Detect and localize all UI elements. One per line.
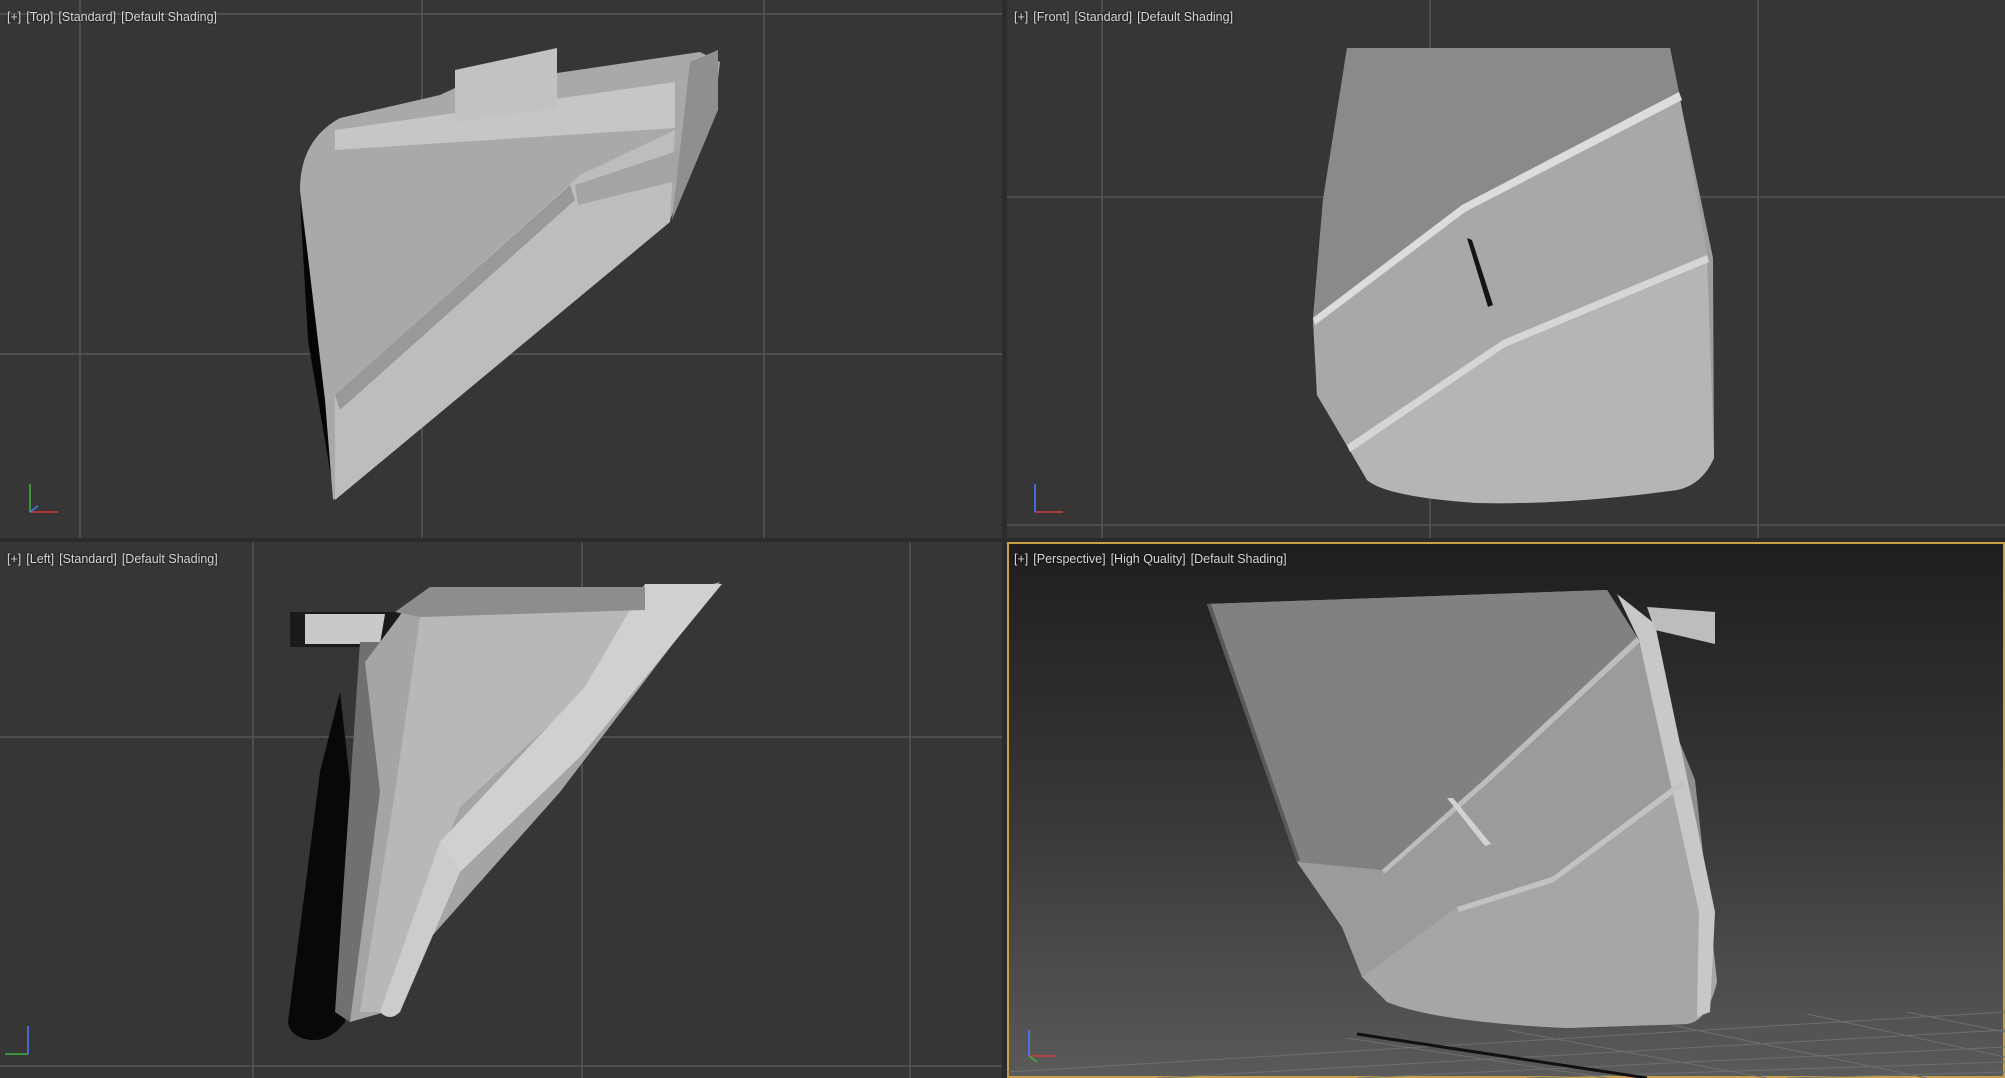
viewport-label-left[interactable]: + Left Standard Default Shading — [7, 552, 223, 566]
viewport-mode-label[interactable]: Standard — [58, 10, 116, 24]
viewport-label-front[interactable]: + Front Standard Default Shading — [1014, 10, 1238, 24]
viewport-mode-label[interactable]: High Quality — [1111, 552, 1186, 566]
viewport-view-label[interactable]: Perspective — [1033, 552, 1105, 566]
axis-tripod-icon — [1028, 1030, 1055, 1063]
viewport-layout: + Top Standard Default Shading — [0, 0, 2005, 1078]
viewport-splitter-horizontal[interactable] — [0, 538, 2005, 542]
viewport-view-label[interactable]: Front — [1033, 10, 1069, 24]
viewport-menu-button[interactable]: + — [1014, 552, 1028, 566]
model-left-view[interactable] — [288, 582, 722, 1041]
axis-tripod-icon — [1034, 484, 1063, 513]
viewport-menu-button[interactable]: + — [7, 10, 21, 24]
viewport-mode-label[interactable]: Standard — [1074, 10, 1132, 24]
model-front-view[interactable] — [1313, 48, 1714, 504]
viewport-view-label[interactable]: Top — [26, 10, 53, 24]
viewport-left-canvas[interactable] — [0, 542, 1002, 1078]
viewport-perspective[interactable]: + Perspective High Quality Default Shading — [1007, 542, 2005, 1078]
viewport-shading-label[interactable]: Default Shading — [1191, 552, 1287, 566]
axis-tripod-icon — [5, 1026, 29, 1055]
axis-tripod-icon — [29, 484, 58, 513]
model-top-view[interactable] — [300, 48, 720, 500]
viewport-top-canvas[interactable] — [0, 0, 1002, 538]
viewport-label-perspective[interactable]: + Perspective High Quality Default Shading — [1014, 552, 1292, 566]
viewport-perspective-canvas[interactable] — [1007, 542, 2005, 1078]
viewport-shading-label[interactable]: Default Shading — [1137, 10, 1233, 24]
viewport-front[interactable]: + Front Standard Default Shading — [1007, 0, 2005, 538]
viewport-front-canvas[interactable] — [1007, 0, 2005, 538]
viewport-left[interactable]: + Left Standard Default Shading — [0, 542, 1002, 1078]
viewport-label-top[interactable]: + Top Standard Default Shading — [7, 10, 222, 24]
viewport-shading-label[interactable]: Default Shading — [121, 10, 217, 24]
viewport-menu-button[interactable]: + — [1014, 10, 1028, 24]
viewport-menu-button[interactable]: + — [7, 552, 21, 566]
model-perspective-view[interactable] — [1207, 590, 1717, 1028]
viewport-top[interactable]: + Top Standard Default Shading — [0, 0, 1002, 538]
viewport-mode-label[interactable]: Standard — [59, 552, 117, 566]
viewport-shading-label[interactable]: Default Shading — [122, 552, 218, 566]
viewport-view-label[interactable]: Left — [26, 552, 54, 566]
